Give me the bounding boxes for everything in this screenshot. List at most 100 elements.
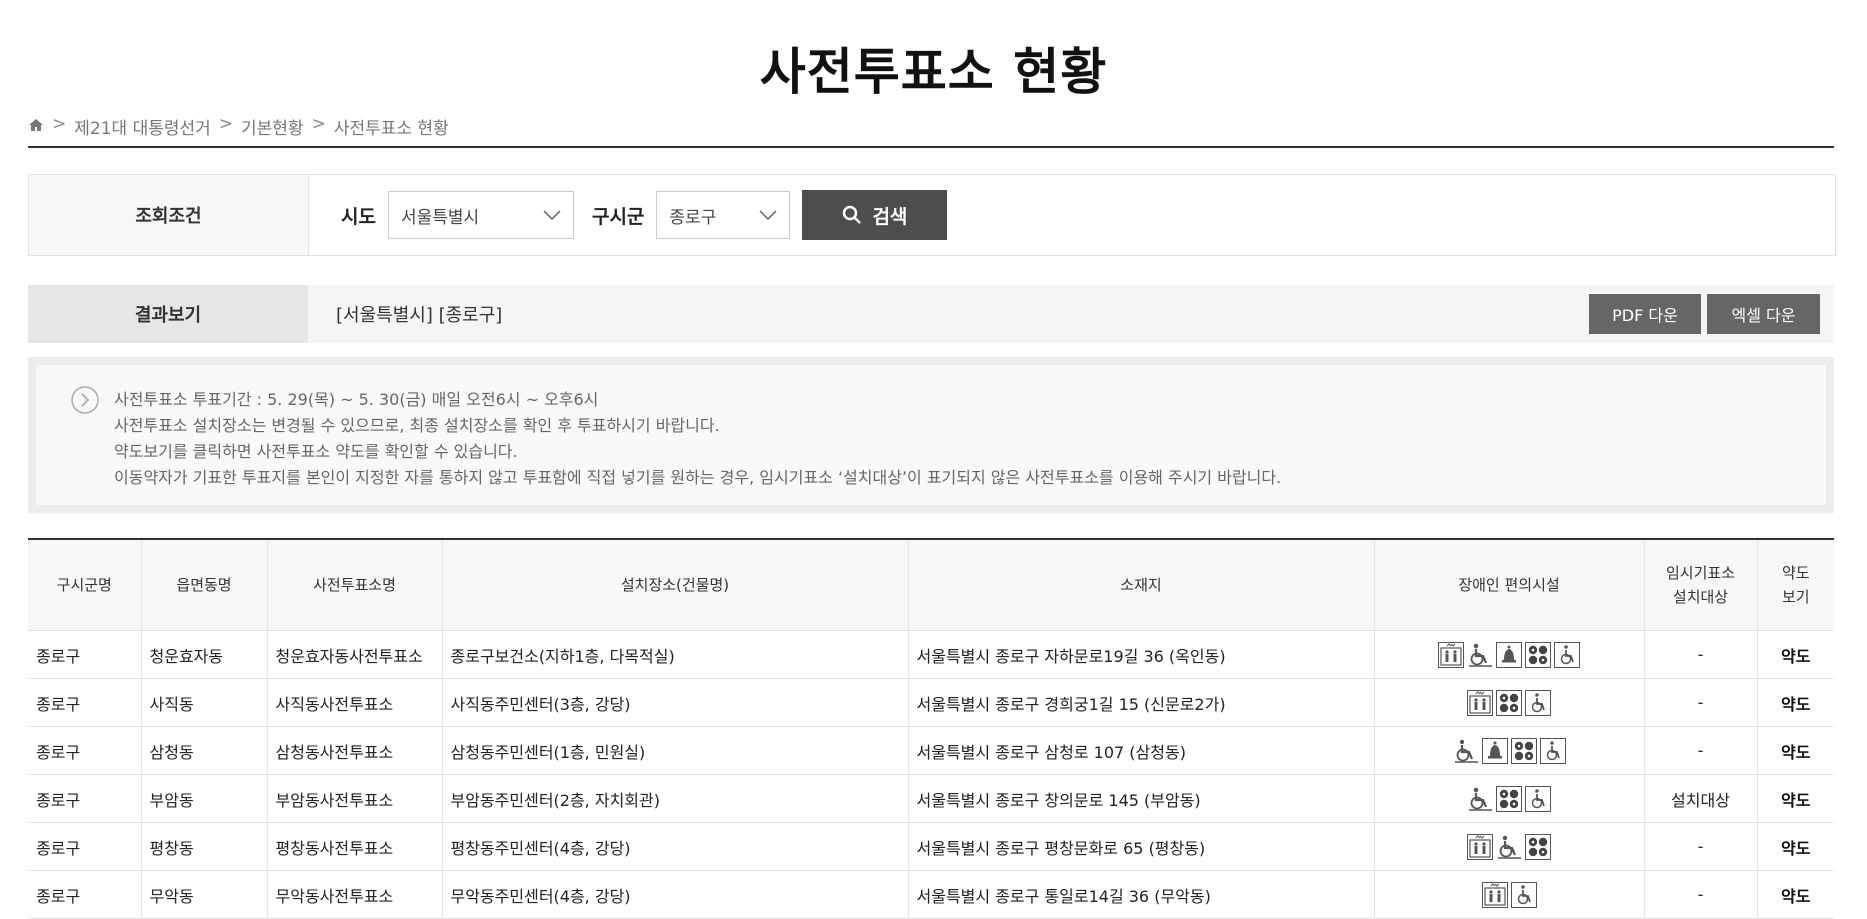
wheelchair-icon (1539, 737, 1566, 764)
map-link[interactable]: 약도 (1756, 726, 1834, 775)
cell-gugun: 종로구 (28, 726, 141, 775)
breadcrumb-item-basic-status[interactable]: 기본현황 (241, 114, 304, 139)
cell-temp-booth: 설치대상 (1643, 774, 1757, 823)
header-gugun: 구시군명 (28, 538, 141, 631)
header-map: 약도 보기 (1756, 538, 1834, 631)
table-row: 종로구 평창동 평창동사전투표소 평창동주민센터(4층, 강당) 서울특별시 종로구 평… (28, 822, 1834, 871)
cell-place: 사직동주민센터(3층, 강당) (441, 678, 908, 727)
header-map-line2: 보기 (1781, 588, 1810, 606)
table-body: 종로구 청운효자동 청운효자동사전투표소 종로구보건소(지하1층, 다목적실) 서울특별… (28, 630, 1834, 919)
result-filter-text: [서울특별시] [종로구] (336, 305, 503, 326)
header-facility: 장애인 편의시설 (1373, 538, 1644, 631)
cell-place: 부암동주민센터(2층, 자치회관) (441, 774, 908, 823)
table-row: 종로구 삼청동 삼청동사전투표소 삼청동주민센터(1층, 민원실) 서울특별시 종로구 … (28, 726, 1834, 775)
cell-facilities (1373, 822, 1644, 871)
cell-address: 서울특별시 종로구 평창문화로 65 (평창동) (907, 822, 1374, 871)
notice-line: 사전투표소 설치장소는 변경될 수 있으므로, 최종 설치장소를 확인 후 투표… (114, 416, 720, 435)
home-icon[interactable] (28, 117, 44, 133)
sido-label: 시도 (341, 205, 376, 228)
cell-dong: 청운효자동 (140, 630, 267, 679)
page-title: 사전투표소 현황 (759, 43, 1108, 101)
map-link[interactable]: 약도 (1756, 630, 1834, 679)
cell-temp-booth: - (1643, 678, 1757, 727)
table-header-row: 구시군명 읍면동명 사전투표소명 설치장소(건물명) 소재지 장애인 편의시설 … (28, 538, 1834, 631)
map-link[interactable]: 약도 (1756, 822, 1834, 871)
braille-icon (1525, 641, 1551, 668)
gugun-select-value: 종로구 (669, 207, 717, 228)
breadcrumb-separator: > (311, 114, 326, 134)
cell-gugun: 종로구 (28, 822, 141, 871)
wheelchair-icon (1510, 881, 1537, 908)
cell-place: 종로구보건소(지하1층, 다목적실) (441, 630, 908, 679)
cell-facilities (1373, 870, 1644, 919)
cell-place: 무악동주민센터(4층, 강당) (441, 870, 908, 919)
cell-temp-booth: - (1643, 822, 1757, 871)
notice-box: 사전투표소 투표기간 : 5. 29(목) ~ 5. 30(금) 매일 오전6시… (28, 357, 1834, 513)
search-panel: 조회조건 시도 서울특별시 구시군 종로구 검색 (28, 174, 1836, 256)
search-condition-label: 조회조건 (29, 175, 309, 255)
pdf-download-button[interactable]: PDF 다운 (1589, 294, 1701, 334)
map-link[interactable]: 약도 (1756, 774, 1834, 823)
wheelchair-icon (1554, 641, 1580, 668)
bell-icon (1481, 737, 1508, 764)
search-controls: 시도 서울특별시 구시군 종로구 검색 (309, 175, 948, 255)
cell-address: 서울특별시 종로구 경희궁1길 15 (신문로2가) (907, 678, 1374, 727)
cell-place: 평창동주민센터(4층, 강당) (441, 822, 908, 871)
search-icon (843, 205, 862, 224)
cell-dong: 삼청동 (140, 726, 267, 775)
breadcrumb: > 제21대 대통령선거 > 기본현황 > 사전투표소 현황 (28, 114, 1834, 148)
page: 사전투표소 현황 > 제21대 대통령선거 > 기본현황 > 사전투표소 현황 … (0, 0, 1867, 919)
elevator-icon (1481, 881, 1508, 908)
cell-station: 부암동사전투표소 (266, 774, 442, 823)
cell-address: 서울특별시 종로구 통일로14길 36 (무악동) (907, 870, 1374, 919)
ramp-icon (1496, 833, 1522, 860)
wheelchair-icon (1525, 785, 1551, 812)
header-address: 소재지 (907, 538, 1374, 631)
cell-facilities (1373, 630, 1644, 679)
table-row: 종로구 부암동 부암동사전투표소 부암동주민센터(2층, 자치회관) 서울특별시 종로구… (28, 774, 1834, 823)
cell-dong: 무악동 (140, 870, 267, 919)
notice-line: 이동약자가 기표한 투표지를 본인이 지정한 자를 통하지 않고 투표함에 직접… (114, 468, 1282, 487)
cell-temp-booth: - (1643, 726, 1757, 775)
cell-dong: 부암동 (140, 774, 267, 823)
cell-station: 사직동사전투표소 (266, 678, 442, 727)
braille-icon (1525, 833, 1551, 860)
breadcrumb-separator: > (52, 114, 67, 134)
search-button[interactable]: 검색 (802, 190, 948, 240)
map-link[interactable]: 약도 (1756, 678, 1834, 727)
gugun-select[interactable]: 종로구 (656, 191, 791, 239)
cell-dong: 사직동 (140, 678, 267, 727)
ramp-icon (1452, 737, 1479, 764)
gugun-label: 구시군 (591, 205, 645, 228)
braille-icon (1510, 737, 1537, 764)
header-map-line1: 약도 (1781, 564, 1810, 582)
header-temp-booth: 임시기표소 설치대상 (1643, 538, 1757, 631)
cell-facilities (1373, 726, 1644, 775)
cell-dong: 평창동 (140, 822, 267, 871)
polling-station-table: 구시군명 읍면동명 사전투표소명 설치장소(건물명) 소재지 장애인 편의시설 … (28, 538, 1834, 919)
sido-select-value: 서울특별시 (400, 207, 480, 228)
ramp-icon (1467, 641, 1493, 668)
braille-icon (1496, 689, 1522, 716)
chevron-right-circle-icon (71, 386, 99, 414)
cell-temp-booth: - (1643, 870, 1757, 919)
cell-facilities (1373, 774, 1644, 823)
elevator-icon (1467, 689, 1493, 716)
excel-download-button[interactable]: 엑셀 다운 (1707, 294, 1820, 334)
notice-line: 약도보기를 클릭하면 사전투표소 약도를 확인할 수 있습니다. (114, 442, 518, 461)
cell-gugun: 종로구 (28, 774, 141, 823)
cell-gugun: 종로구 (28, 678, 141, 727)
breadcrumb-item-election[interactable]: 제21대 대통령선거 (74, 114, 211, 139)
braille-icon (1496, 785, 1522, 812)
search-button-label: 검색 (872, 205, 908, 228)
cell-station: 삼청동사전투표소 (266, 726, 442, 775)
cell-place: 삼청동주민센터(1층, 민원실) (441, 726, 908, 775)
map-link[interactable]: 약도 (1756, 870, 1834, 919)
ramp-icon (1467, 785, 1493, 812)
header-place: 설치장소(건물명) (441, 538, 908, 631)
cell-facilities (1373, 678, 1644, 727)
cell-station: 평창동사전투표소 (266, 822, 442, 871)
breadcrumb-item-current: 사전투표소 현황 (333, 119, 449, 139)
chevron-down-icon (543, 210, 561, 220)
sido-select[interactable]: 서울특별시 (387, 191, 574, 239)
